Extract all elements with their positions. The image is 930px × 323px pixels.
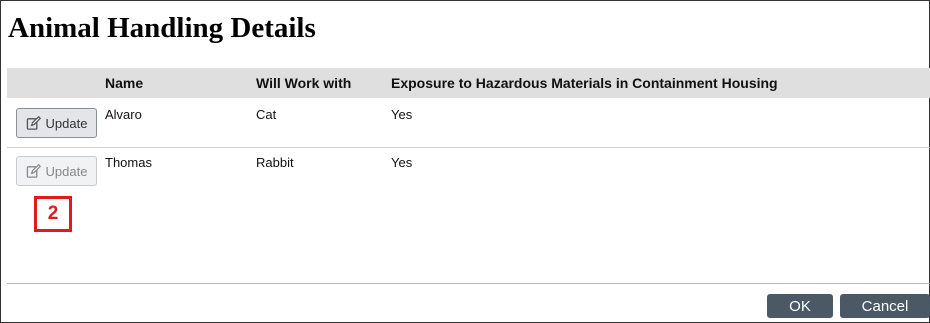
update-button-label: Update xyxy=(45,115,88,131)
cell-exposure: Yes xyxy=(391,155,413,170)
cell-will-work-with: Rabbit xyxy=(256,155,294,170)
update-button-label: Update xyxy=(45,163,88,179)
edit-icon xyxy=(26,163,41,178)
column-header-will-work-with: Will Work with xyxy=(256,75,352,91)
cell-will-work-with: Cat xyxy=(256,107,277,122)
table-header: Name Will Work with Exposure to Hazardou… xyxy=(7,68,930,98)
column-header-exposure: Exposure to Hazardous Materials in Conta… xyxy=(391,75,778,91)
table-row: Update Thomas Rabbit Yes xyxy=(7,148,930,208)
table-row: Update Alvaro Cat Yes xyxy=(7,99,930,147)
cell-exposure: Yes xyxy=(391,107,413,122)
page-title: Animal Handling Details xyxy=(8,12,316,44)
edit-icon xyxy=(26,115,41,130)
step-callout-badge: 2 xyxy=(34,196,72,232)
dialog: Animal Handling Details Name Will Work w… xyxy=(0,0,930,323)
ok-button[interactable]: OK xyxy=(767,294,833,318)
column-header-name: Name xyxy=(105,75,144,91)
cell-name: Thomas xyxy=(105,155,152,170)
update-button[interactable]: Update xyxy=(16,156,97,186)
cell-name: Alvaro xyxy=(105,107,142,122)
footer-divider xyxy=(7,283,930,284)
update-button[interactable]: Update xyxy=(16,108,97,138)
cancel-button[interactable]: Cancel xyxy=(840,294,930,318)
